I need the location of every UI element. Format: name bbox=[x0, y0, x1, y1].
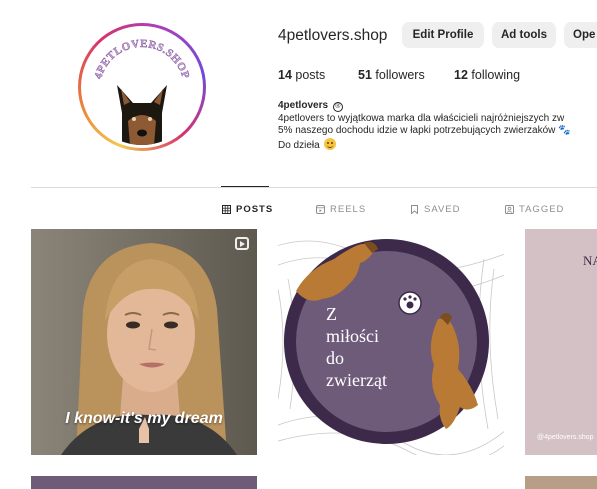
reel-icon bbox=[235, 237, 249, 250]
bookmark-icon bbox=[411, 205, 418, 214]
post-3-title: NA bbox=[583, 253, 597, 268]
followers-stat[interactable]: 51 followers bbox=[358, 68, 425, 82]
post-3-handle: @4petlovers.shop bbox=[537, 434, 594, 441]
profile-avatar[interactable]: 4PETLOVERS.SHOP bbox=[78, 23, 206, 151]
bio-name-line: 4petlovers ® bbox=[278, 100, 597, 113]
posts-stat: 14 posts bbox=[278, 68, 325, 82]
dogs-illustration bbox=[296, 241, 478, 429]
bio-line-1: 4petlovers to wyjątkowa marka dla właści… bbox=[278, 112, 565, 124]
following-count: 12 bbox=[454, 68, 468, 82]
reels-icon bbox=[316, 205, 325, 214]
smiling-face-emoji-icon bbox=[324, 137, 337, 150]
tab-tagged[interactable]: TAGGED bbox=[505, 204, 564, 215]
post-1-caption: I know-it's my dream bbox=[65, 410, 223, 427]
bio-name: 4petlovers bbox=[278, 100, 329, 111]
tab-saved[interactable]: SAVED bbox=[410, 204, 461, 215]
bio-line-3-text: Do dzieła bbox=[278, 139, 320, 151]
followers-label: followers bbox=[375, 68, 425, 82]
following-stat[interactable]: 12 following bbox=[454, 68, 520, 82]
tab-posts[interactable]: POSTS bbox=[222, 204, 273, 215]
registered-mark-icon: ® bbox=[332, 102, 343, 112]
tabs-divider bbox=[31, 187, 597, 188]
ad-tools-button[interactable]: Ad tools bbox=[492, 22, 556, 48]
edit-profile-button[interactable]: Edit Profile bbox=[402, 22, 484, 48]
post-tile-2[interactable]: Z miłości do zwierząt bbox=[278, 229, 504, 455]
svg-text:4PETLOVERS.SHOP: 4PETLOVERS.SHOP bbox=[92, 38, 191, 80]
avatar-logo-text: 4PETLOVERS.SHOP bbox=[92, 38, 191, 81]
dog-logo-icon: 4PETLOVERS.SHOP bbox=[92, 38, 191, 145]
post-tile-5[interactable] bbox=[525, 476, 597, 489]
tab-saved-label: SAVED bbox=[424, 204, 461, 215]
active-tab-indicator bbox=[221, 186, 269, 187]
open-button[interactable]: Ope bbox=[564, 22, 597, 48]
tag-person-icon bbox=[505, 205, 514, 214]
posts-label: posts bbox=[295, 68, 326, 82]
following-label: following bbox=[471, 68, 521, 82]
bio-line-3: Do dzieła bbox=[278, 137, 597, 153]
tab-posts-label: POSTS bbox=[236, 204, 274, 215]
tab-reels[interactable]: REELS bbox=[316, 204, 366, 215]
avatar-image: 4PETLOVERS.SHOP bbox=[84, 29, 200, 145]
post-tile-1[interactable]: I know-it's my dream bbox=[31, 229, 257, 455]
profile-bio: 4petlovers ® 4petlovers to wyjątkowa mar… bbox=[278, 100, 597, 152]
tab-tagged-label: TAGGED bbox=[519, 204, 565, 215]
post-tile-4[interactable] bbox=[31, 476, 257, 489]
profile-username: 4petlovers.shop bbox=[278, 27, 388, 44]
grid-icon bbox=[222, 205, 231, 214]
tab-reels-label: REELS bbox=[330, 204, 367, 215]
post-tile-3[interactable]: NA @4petlovers.shop bbox=[525, 229, 597, 455]
bio-line-2: 5% naszego dochodu idzie w łapki potrzeb… bbox=[278, 125, 571, 136]
followers-count: 51 bbox=[358, 68, 372, 82]
avatar-border: 4PETLOVERS.SHOP bbox=[81, 26, 203, 148]
posts-count: 14 bbox=[278, 68, 292, 82]
